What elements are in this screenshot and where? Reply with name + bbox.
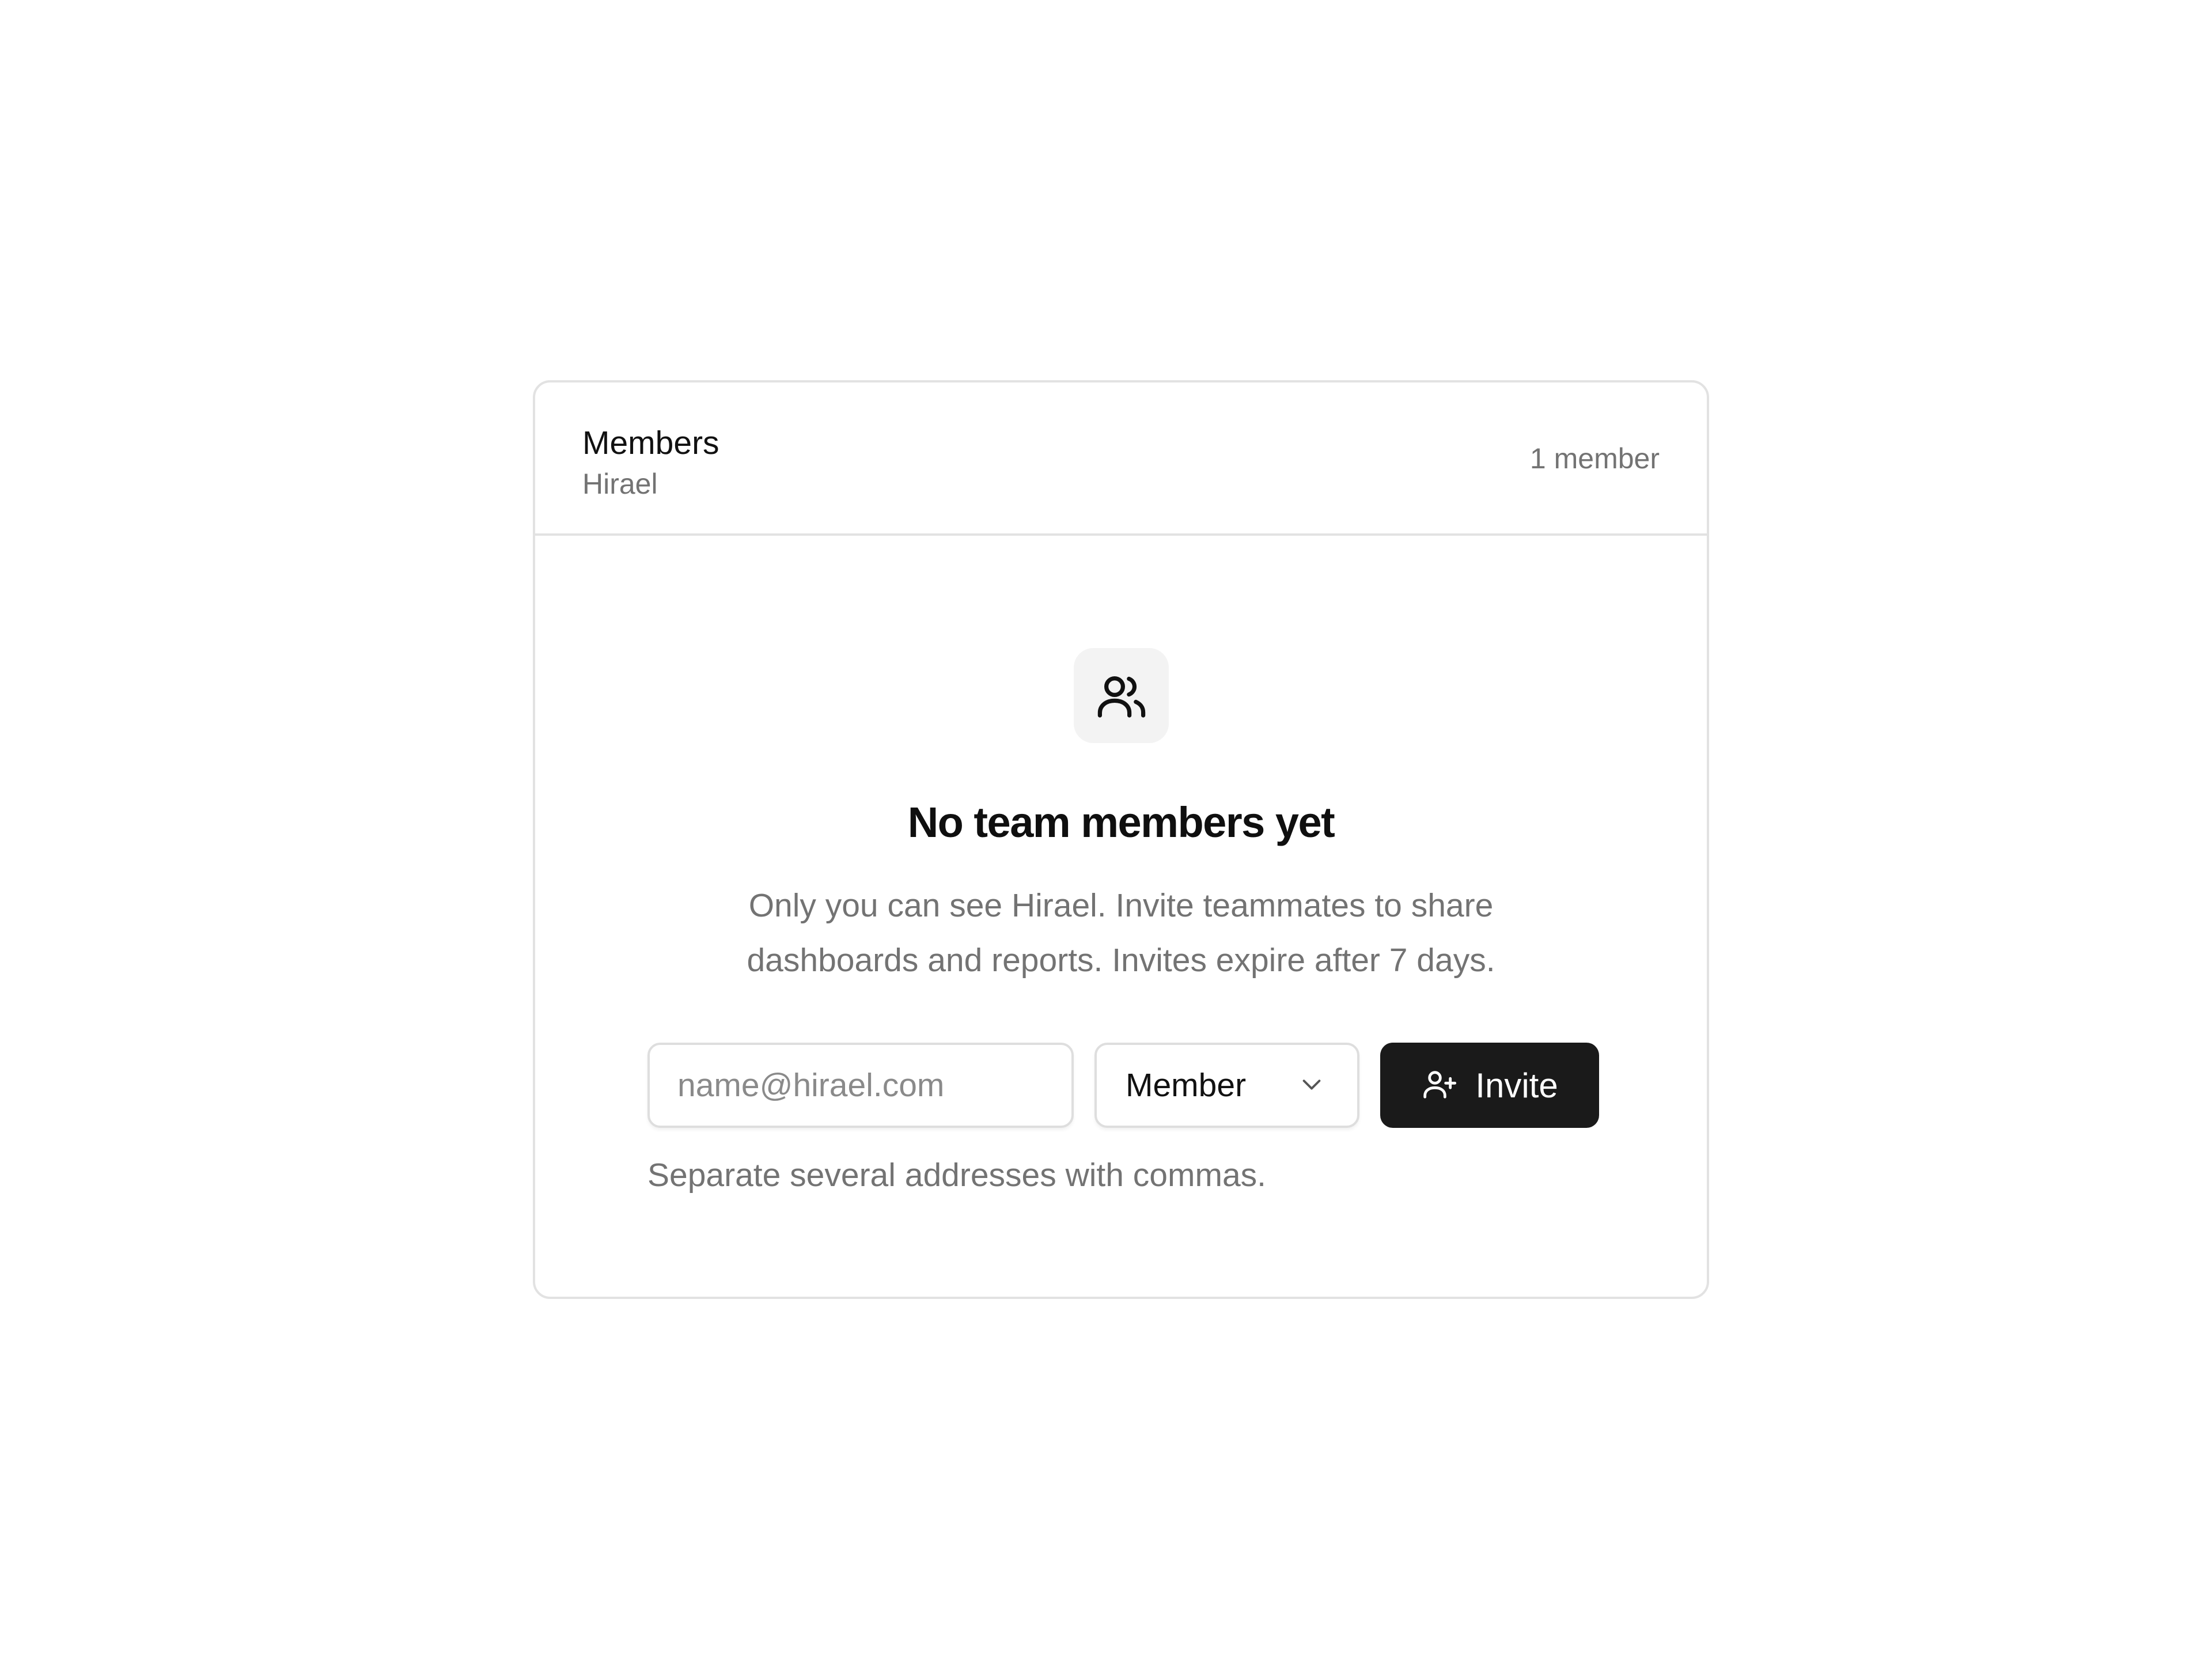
workspace-name: Hirael <box>582 468 658 500</box>
role-selected-value: Member <box>1126 1067 1247 1104</box>
invite-helper-text: Separate several addresses with commas. <box>647 1157 1266 1194</box>
invite-form: Member Invite <box>647 1043 1599 1128</box>
email-input[interactable] <box>647 1043 1074 1128</box>
role-select[interactable]: Member <box>1094 1043 1359 1128</box>
invite-button-label: Invite <box>1475 1066 1558 1105</box>
chevron-down-icon <box>1298 1071 1325 1100</box>
empty-state: No team members yet Only you can see Hir… <box>535 536 1707 1297</box>
user-plus-icon <box>1421 1066 1458 1105</box>
empty-state-description: Only you can see Hirael. Invite teammate… <box>747 887 1495 979</box>
members-card: Members Hirael 1 member No team members … <box>533 380 1709 1299</box>
page-title: Members <box>582 425 719 461</box>
empty-state-title: No team members yet <box>907 798 1335 846</box>
member-count: 1 member <box>1529 442 1660 475</box>
users-icon <box>1074 648 1169 743</box>
invite-button[interactable]: Invite <box>1380 1043 1599 1128</box>
card-header: Members Hirael 1 member <box>535 382 1707 536</box>
